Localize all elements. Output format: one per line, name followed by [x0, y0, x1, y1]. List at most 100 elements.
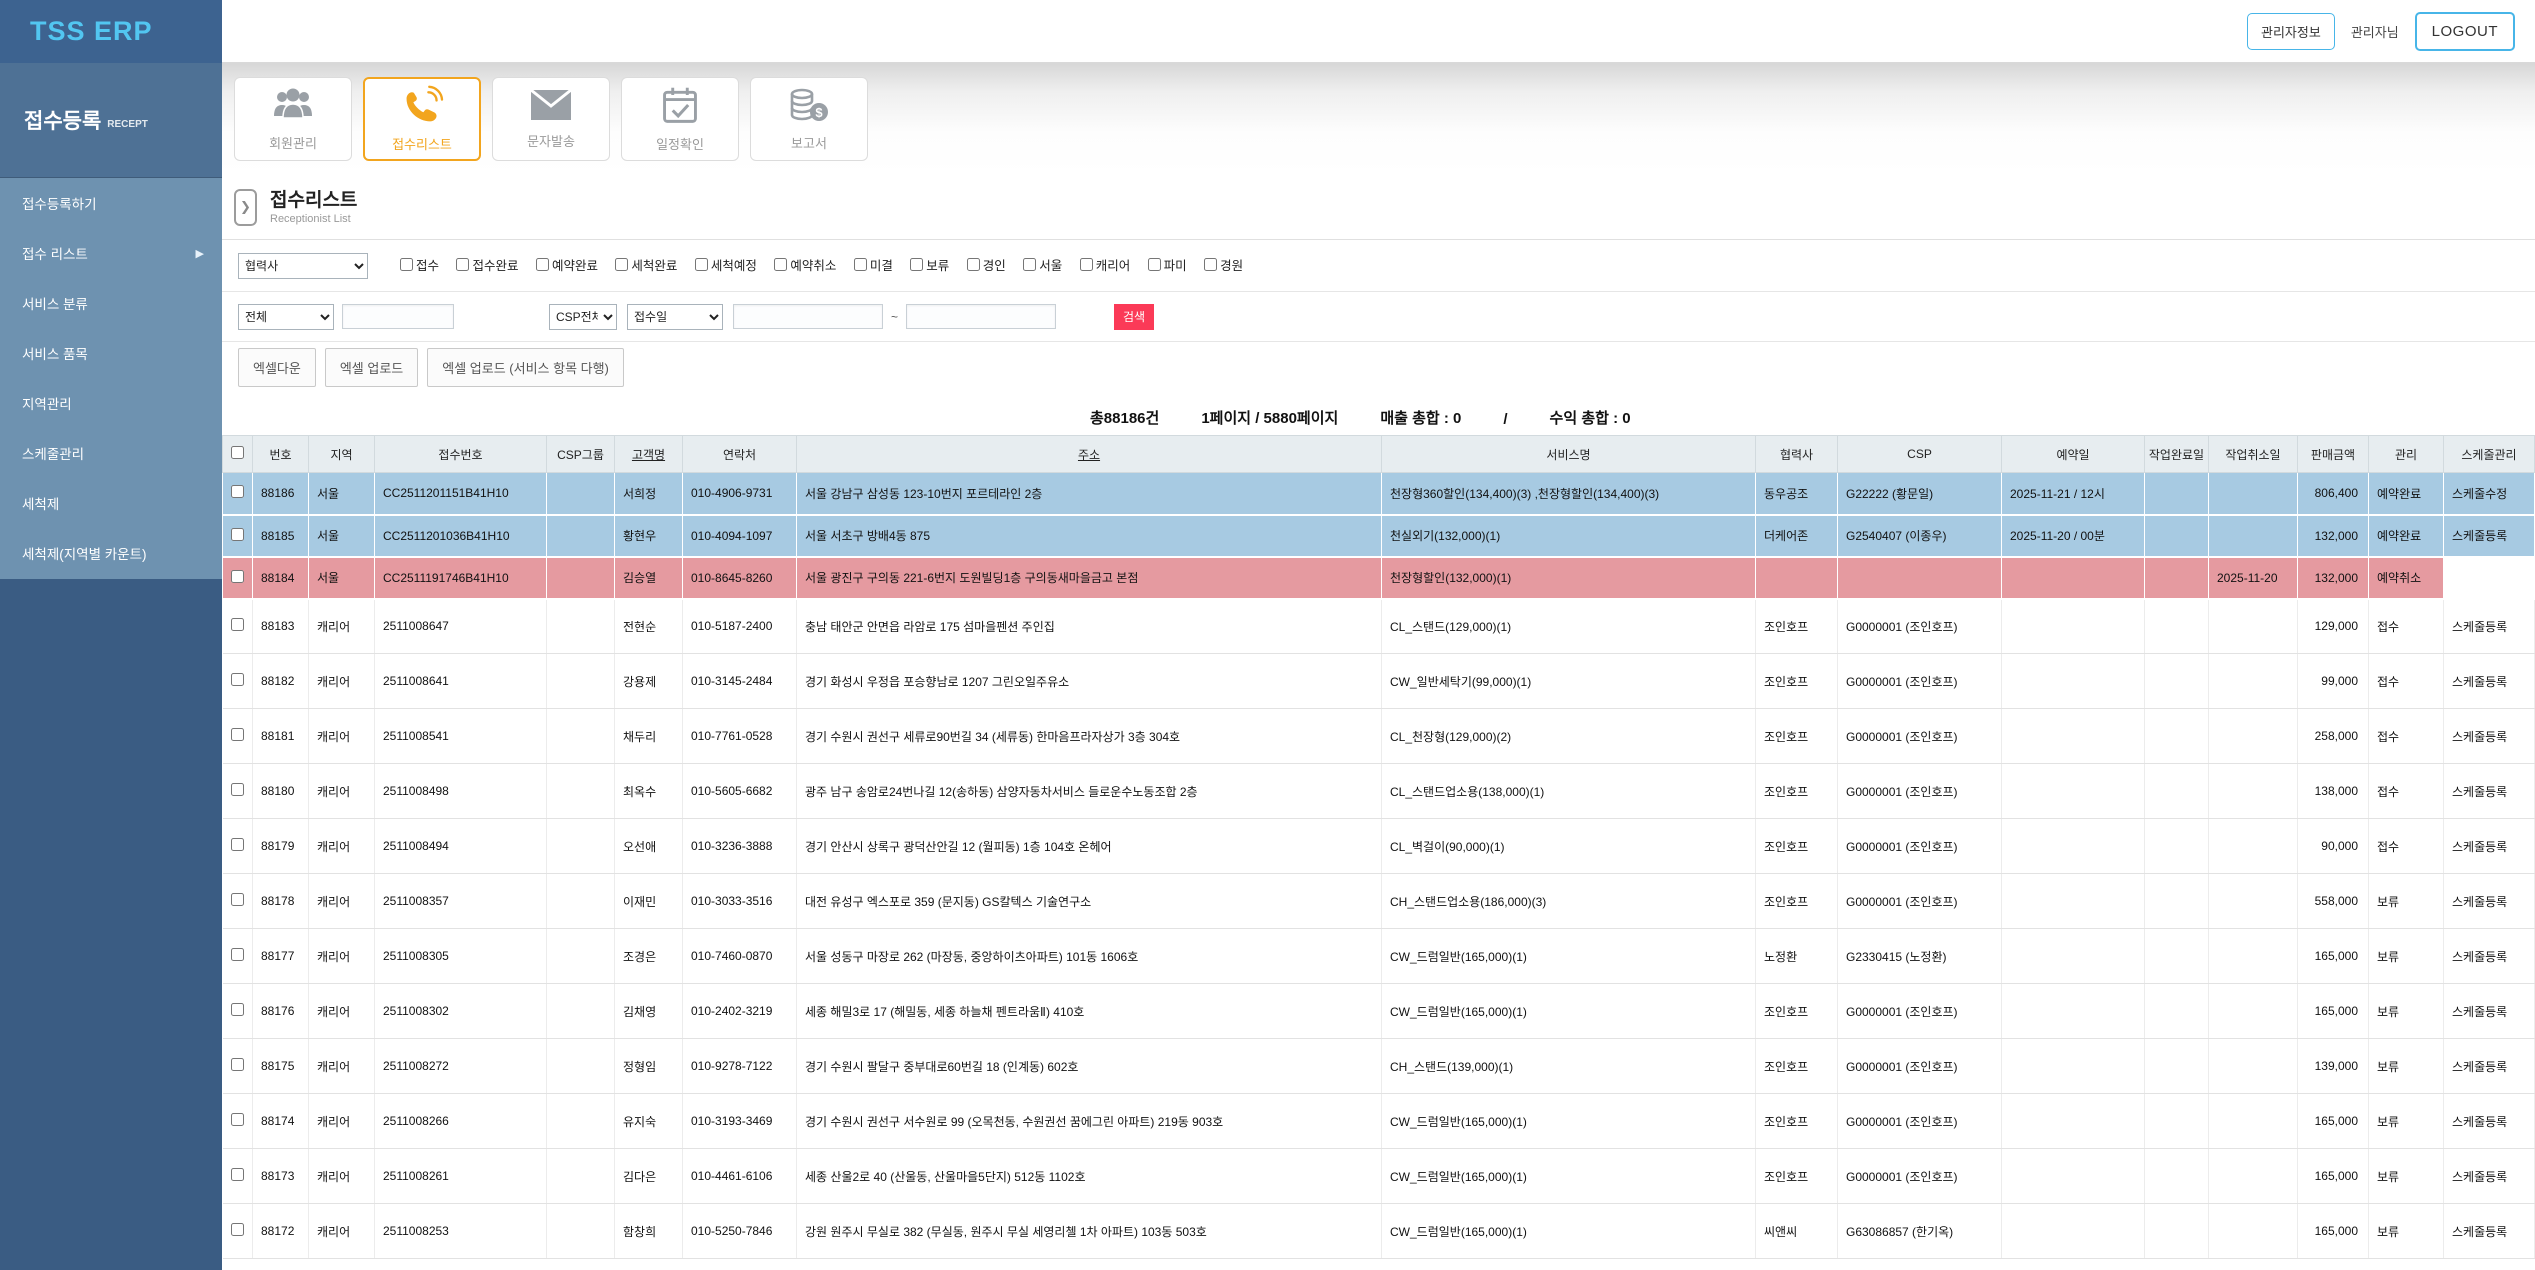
status-filter[interactable]: 미결: [853, 255, 893, 274]
status-filter-checkbox[interactable]: [456, 258, 470, 271]
column-header[interactable]: 예약일: [2001, 435, 2145, 473]
status-filter-checkbox[interactable]: [1147, 258, 1161, 271]
status-filter-checkbox[interactable]: [1079, 258, 1093, 271]
status-filter[interactable]: 세척예정: [694, 255, 757, 274]
column-header[interactable]: 연락처: [682, 435, 797, 473]
cell-customer-name[interactable]: 오선애: [614, 818, 683, 874]
status-filter-checkbox[interactable]: [400, 258, 413, 271]
column-header[interactable]: 작업취소일: [2208, 435, 2298, 473]
row-checkbox[interactable]: [230, 728, 244, 741]
cell-schedule-link[interactable]: 스케줄등록: [2443, 598, 2535, 654]
status-filter[interactable]: 보류: [910, 255, 949, 274]
cell-schedule-link[interactable]: 스케줄등록: [2443, 1093, 2535, 1149]
cell-customer-name[interactable]: 강용제: [614, 653, 683, 709]
status-filter[interactable]: 접수: [400, 255, 439, 274]
status-filter-checkbox[interactable]: [535, 258, 549, 271]
sidebar-item-service-category[interactable]: 서비스 분류: [0, 278, 222, 328]
toolbar-sms-send[interactable]: 문자발송: [492, 77, 610, 161]
column-header[interactable]: CSP그룹: [546, 435, 615, 473]
column-header[interactable]: 협력사: [1755, 435, 1838, 473]
column-header[interactable]: CSP: [1837, 435, 2002, 473]
column-header[interactable]: 주소: [796, 435, 1382, 473]
column-header[interactable]: 서비스명: [1381, 435, 1756, 473]
status-filter-checkbox[interactable]: [615, 258, 629, 271]
cell-customer-name[interactable]: 김채영: [614, 983, 683, 1039]
sidebar-item-schedule[interactable]: 스케줄관리: [0, 428, 222, 478]
status-filter[interactable]: 세척완료: [615, 255, 677, 274]
column-header[interactable]: 판매금액: [2297, 435, 2369, 473]
cell-customer-name[interactable]: 최옥수: [614, 763, 683, 819]
row-checkbox[interactable]: [230, 783, 244, 796]
row-checkbox[interactable]: [230, 1058, 244, 1071]
cell-schedule-link[interactable]: 스케줄등록: [2443, 763, 2535, 819]
status-filter-checkbox[interactable]: [774, 258, 788, 271]
status-filter[interactable]: 접수완료: [456, 255, 518, 274]
sidebar-item-service-items[interactable]: 서비스 품목: [0, 328, 222, 378]
toolbar-report[interactable]: $ 보고서: [750, 77, 868, 161]
column-header[interactable]: 지역: [308, 435, 375, 473]
sidebar-item-receipt-list[interactable]: 접수 리스트 ▶: [0, 228, 222, 278]
select-all-checkbox[interactable]: [231, 446, 244, 459]
status-filter-checkbox[interactable]: [853, 258, 867, 271]
row-checkbox[interactable]: [230, 527, 244, 541]
cell-schedule-link[interactable]: 스케줄등록: [2443, 818, 2535, 874]
status-filter[interactable]: 예약완료: [535, 255, 598, 274]
row-checkbox[interactable]: [230, 569, 244, 583]
column-header[interactable]: 번호: [252, 435, 309, 473]
admin-info-button[interactable]: 관리자정보: [2247, 13, 2335, 50]
row-checkbox[interactable]: [230, 893, 244, 906]
row-checkbox[interactable]: [230, 673, 244, 686]
cell-schedule-link[interactable]: 스케줄등록: [2443, 1038, 2535, 1094]
cell-schedule-link[interactable]: 스케줄등록: [2443, 1203, 2535, 1259]
cell-schedule-link[interactable]: 스케줄등록: [2443, 514, 2535, 558]
cell-customer-name[interactable]: 김승열: [614, 556, 683, 600]
cell-schedule-link[interactable]: 스케줄등록: [2443, 708, 2535, 764]
status-filter-checkbox[interactable]: [1023, 258, 1037, 271]
status-filter[interactable]: 경인: [966, 255, 1006, 274]
date-type-select[interactable]: 접수일: [627, 303, 723, 330]
cell-schedule-link[interactable]: 스케줄등록: [2443, 653, 2535, 709]
partner-select[interactable]: 협력사: [238, 252, 368, 279]
sidebar-item-detergent-count[interactable]: 세척제(지역별 카운트): [0, 528, 222, 578]
column-header[interactable]: 고객명: [614, 435, 683, 473]
toolbar-schedule-check[interactable]: 일정확인: [621, 77, 739, 161]
logout-button[interactable]: LOGOUT: [2414, 12, 2515, 51]
row-checkbox[interactable]: [230, 1003, 244, 1016]
cell-customer-name[interactable]: 유지숙: [614, 1093, 683, 1149]
sidebar-item-region[interactable]: 지역관리: [0, 378, 222, 428]
excel-download-button[interactable]: 엑셀다운: [238, 347, 316, 387]
sidebar-item-detergent[interactable]: 세척제: [0, 478, 222, 528]
search-keyword-input[interactable]: [342, 304, 454, 329]
cell-customer-name[interactable]: 함창희: [614, 1203, 683, 1259]
status-filter[interactable]: 캐리어: [1079, 255, 1130, 274]
cell-schedule-link[interactable]: 스케줄등록: [2443, 983, 2535, 1039]
cell-customer-name[interactable]: 전현순: [614, 598, 683, 654]
status-filter-checkbox[interactable]: [966, 258, 980, 271]
cell-customer-name[interactable]: 김다은: [614, 1148, 683, 1204]
row-checkbox[interactable]: [230, 485, 244, 499]
status-filter[interactable]: 서울: [1023, 255, 1062, 274]
search-type-select[interactable]: 전체: [238, 303, 334, 330]
cell-customer-name[interactable]: 이재민: [614, 873, 683, 929]
status-filter[interactable]: 예약취소: [774, 255, 836, 274]
excel-upload-button[interactable]: 엑셀 업로드: [324, 347, 419, 387]
cell-customer-name[interactable]: 정형임: [614, 1038, 683, 1094]
row-checkbox[interactable]: [230, 1168, 244, 1181]
cell-customer-name[interactable]: 서희정: [614, 472, 683, 516]
cell-schedule-link[interactable]: 스케줄등록: [2443, 873, 2535, 929]
status-filter-checkbox[interactable]: [694, 258, 708, 271]
cell-schedule-link[interactable]: [2443, 556, 2535, 600]
cell-customer-name[interactable]: 채두리: [614, 708, 683, 764]
column-header[interactable]: 작업완료일: [2144, 435, 2209, 473]
cell-schedule-link[interactable]: 스케줄등록: [2443, 928, 2535, 984]
column-header[interactable]: 스케줄관리: [2443, 435, 2535, 473]
sidebar-item-register[interactable]: 접수등록하기: [0, 178, 222, 228]
row-checkbox[interactable]: [230, 1113, 244, 1126]
toolbar-receipt-list[interactable]: 접수리스트: [363, 77, 481, 161]
status-filter-checkbox[interactable]: [1204, 258, 1218, 271]
cell-customer-name[interactable]: 황현우: [614, 514, 683, 558]
cell-schedule-link[interactable]: 스케줄수정: [2443, 472, 2535, 516]
status-filter[interactable]: 경원: [1204, 255, 1243, 274]
row-checkbox[interactable]: [230, 1223, 244, 1236]
column-header[interactable]: 접수번호: [374, 435, 547, 473]
